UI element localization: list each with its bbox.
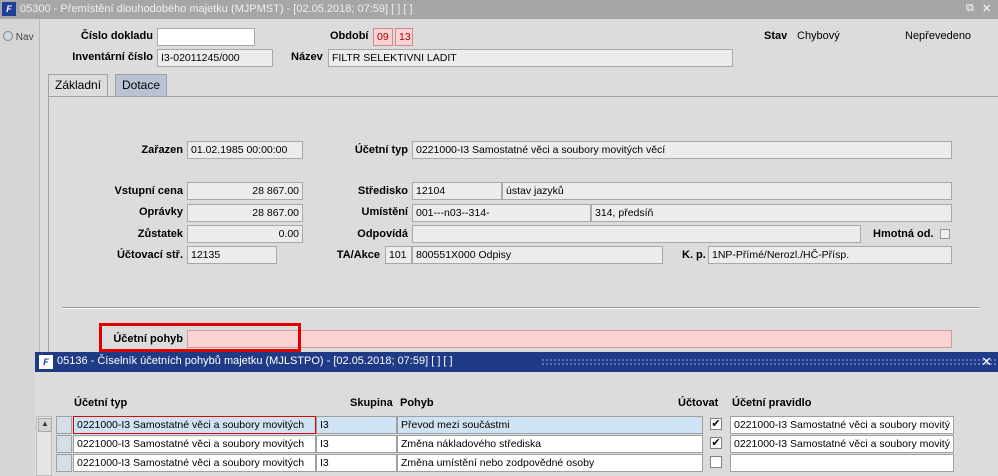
stav-value: Chybový — [797, 30, 840, 42]
inventarni-cislo-field[interactable]: I3-02011245/000 — [157, 49, 273, 67]
nazev-field[interactable]: FILTR SELEKTIVNI LADIT — [328, 49, 733, 67]
cell-skupina[interactable]: I3 — [316, 454, 397, 472]
ucetni-pohyb-field[interactable] — [187, 330, 952, 348]
cell-uctovat-checkbox[interactable]: ✔ — [710, 418, 722, 430]
lov-logo-icon: F — [39, 355, 53, 369]
cell-ucetni-typ[interactable]: 0221000-I3 Samostatné věci a soubory mov… — [73, 416, 316, 434]
zarazen-field[interactable]: 01.02.1985 00:00:00 — [187, 141, 303, 159]
opravky-field[interactable]: 28 867.00 — [187, 204, 303, 222]
zarazen-label: Zařazen — [141, 144, 183, 156]
radio-icon — [3, 31, 13, 41]
restore-icon[interactable]: ⧉ — [966, 2, 974, 15]
kp-field[interactable]: 1NP-Přímé/Nerozl./HČ-Přísp. — [708, 246, 952, 264]
uctovaci-str-label: Účtovací stř. — [116, 249, 183, 261]
row-selector[interactable] — [56, 454, 72, 472]
uctovaci-str-field[interactable]: 12135 — [187, 246, 277, 264]
nazev-label: Název — [291, 51, 323, 63]
cislo-dokladu-label: Číslo dokladu — [80, 30, 153, 42]
kp-label: K. p. — [682, 249, 706, 261]
lov-window-title: 05136 - Číselník účetních pohybů majetku… — [57, 355, 453, 367]
lov-scrollbar[interactable]: ▲ — [36, 416, 52, 476]
form-separator — [62, 307, 980, 309]
navigator-strip: Nav — [0, 19, 40, 476]
ta-akce-code-field[interactable]: 101 — [385, 246, 412, 264]
ta-akce-field[interactable]: 800551X000 Odpisy — [412, 246, 663, 264]
obdobi-month-field[interactable]: 09 — [373, 28, 393, 46]
inventarni-cislo-label: Inventární číslo — [72, 51, 153, 63]
tab-dotace[interactable]: Dotace — [115, 74, 168, 96]
odpovida-field[interactable] — [412, 225, 861, 243]
cell-skupina[interactable]: I3 — [316, 435, 397, 453]
scroll-up-icon[interactable]: ▲ — [38, 418, 52, 432]
col-header-ucetni-typ: Účetní typ — [74, 397, 128, 409]
stav-note: Nepřevedeno — [905, 30, 972, 42]
opravky-label: Oprávky — [138, 206, 183, 218]
cell-ucetni-pravidlo[interactable] — [730, 454, 954, 472]
col-header-ucetni-pravidlo: Účetní pravidlo — [732, 397, 812, 409]
app-logo-icon: F — [2, 2, 16, 16]
zustatek-field[interactable]: 0.00 — [187, 225, 303, 243]
col-header-skupina: Skupina — [350, 397, 393, 409]
titlebar-grip — [541, 358, 998, 366]
obdobi-year-field[interactable]: 13 — [395, 28, 413, 46]
cell-pohyb[interactable]: Převod mezi součástmi — [397, 416, 703, 434]
hmotna-od-checkbox[interactable] — [940, 229, 950, 239]
stav-label: Stav — [764, 30, 788, 42]
col-header-pohyb: Pohyb — [400, 397, 434, 409]
row-selector[interactable] — [56, 435, 72, 453]
umisteni-label: Umístění — [361, 206, 408, 218]
cell-ucetni-typ[interactable]: 0221000-I3 Samostatné věci a soubory mov… — [73, 435, 316, 453]
vstupni-cena-label: Vstupní cena — [114, 185, 183, 197]
cell-ucetni-typ[interactable]: 0221000-I3 Samostatné věci a soubory mov… — [73, 454, 316, 472]
cell-uctovat-checkbox[interactable] — [710, 456, 722, 468]
cell-pohyb[interactable]: Změna umístění nebo zodpovědné osoby — [397, 454, 703, 472]
cell-ucetni-pravidlo[interactable]: 0221000-I3 Samostatné věci a soubory mov… — [730, 416, 954, 434]
vstupni-cena-field[interactable]: 28 867.00 — [187, 182, 303, 200]
zustatek-label: Zůstatek — [137, 228, 183, 240]
stredisko-name-field[interactable]: ústav jazyků — [502, 182, 952, 200]
ta-akce-label: TA/Akce — [336, 249, 380, 261]
close-icon[interactable]: ✕ — [981, 354, 992, 370]
cell-ucetni-pravidlo[interactable]: 0221000-I3 Samostatné věci a soubory mov… — [730, 435, 954, 453]
col-header-uctovat: Účtovat — [678, 397, 719, 409]
stredisko-code-field[interactable]: 12104 — [412, 182, 502, 200]
ucetni-typ-label: Účetní typ — [354, 144, 408, 156]
ucetni-typ-field[interactable]: 0221000-I3 Samostatné věci a soubory mov… — [412, 141, 952, 159]
lov-window-titlebar[interactable]: F 05136 - Číselník účetních pohybů majet… — [35, 352, 998, 372]
odpovida-label: Odpovídá — [357, 228, 408, 240]
cell-skupina[interactable]: I3 — [316, 416, 397, 434]
row-selector[interactable] — [56, 416, 72, 434]
close-icon[interactable]: ✕ — [982, 2, 991, 15]
main-window-titlebar[interactable]: F 05300 - Přemístění dlouhodobého majetk… — [0, 0, 998, 19]
nav-label: Nav — [15, 32, 34, 43]
window-title: 05300 - Přemístění dlouhodobého majetku … — [20, 3, 413, 15]
ucetni-pohyb-highlight — [99, 323, 301, 352]
stredisko-label: Středisko — [357, 185, 408, 197]
umisteni-name-field[interactable]: 314, předsíň — [591, 204, 952, 222]
obdobi-label: Období — [330, 30, 369, 42]
cislo-dokladu-field[interactable] — [157, 28, 255, 46]
umisteni-code-field[interactable]: 001---n03--314- — [412, 204, 591, 222]
hmotna-od-label: Hmotná od. — [873, 228, 934, 240]
nav-button[interactable]: Nav — [3, 31, 34, 43]
cell-uctovat-checkbox[interactable]: ✔ — [710, 437, 722, 449]
cell-pohyb[interactable]: Změna nákladového střediska — [397, 435, 703, 453]
tab-zakladni[interactable]: Základní — [48, 74, 109, 96]
